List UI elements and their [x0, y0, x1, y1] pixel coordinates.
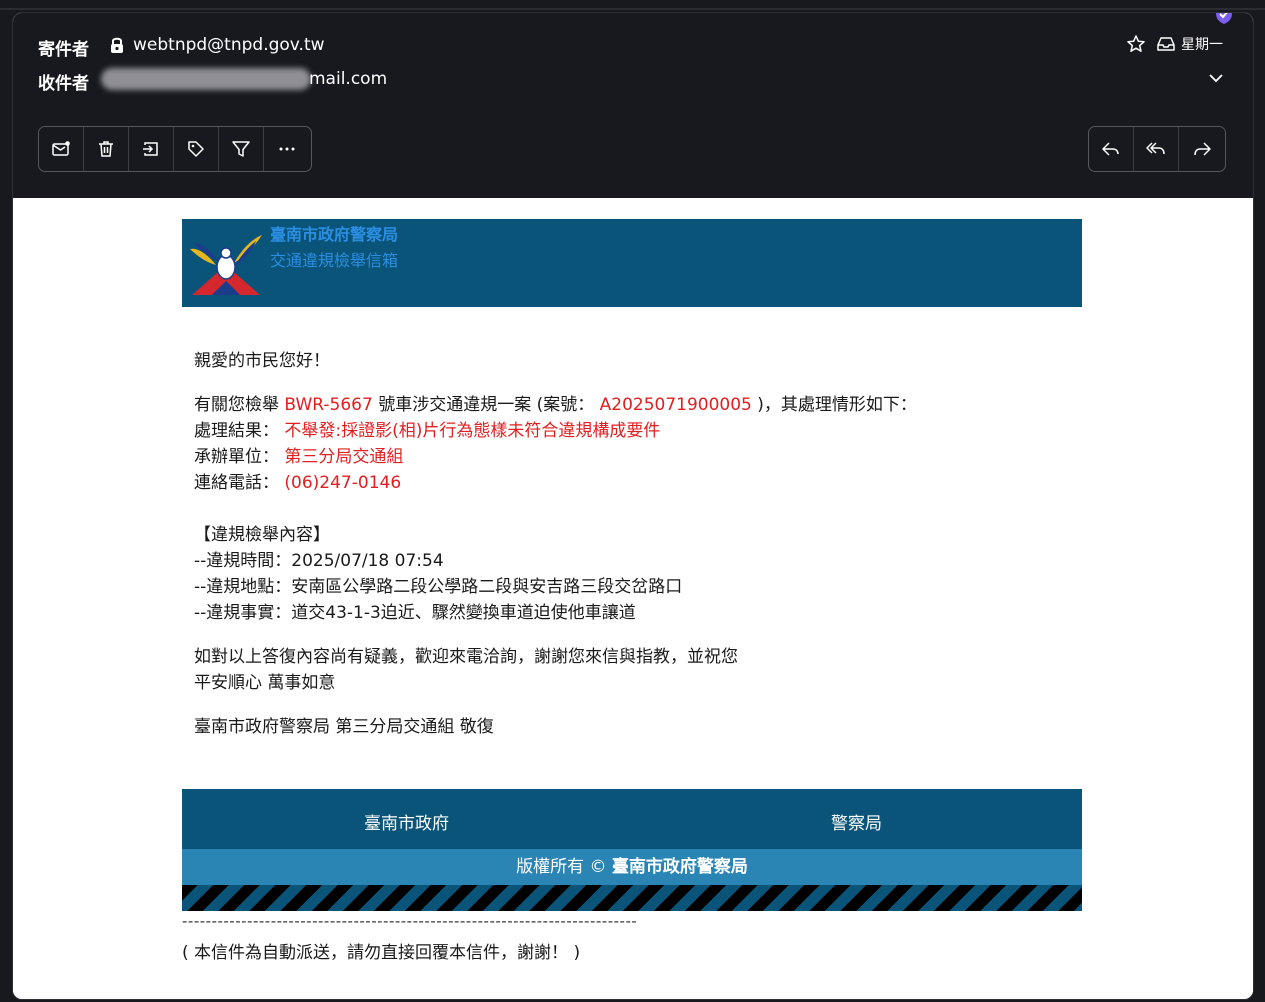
inbox-icon[interactable]: [1156, 35, 1176, 53]
reply-actions-toolbar: [1088, 126, 1226, 172]
section-title: 【違規檢舉內容】: [194, 525, 330, 545]
copyright-prefix: 版權所有 ©: [516, 857, 612, 877]
dash-divider: ----------------------------------------…: [182, 912, 638, 930]
filter-icon: [232, 141, 250, 157]
sender-address[interactable]: webtnpd@tnpd.gov.tw: [133, 35, 325, 55]
mark-unread-icon: [52, 141, 70, 156]
intro-text-2: 號車涉交通違規一案 (案號：: [372, 395, 600, 415]
mark-unread-button[interactable]: [39, 127, 84, 171]
message-header: 寄件者 webtnpd@tnpd.gov.tw 收件者 mail.com 星期一: [13, 13, 1253, 198]
unit-line: 承辦單位： 第三分局交通組: [194, 444, 917, 470]
unit-label: 承辦單位：: [194, 447, 279, 467]
banner-subtitle: 交通違規檢舉信箱: [270, 251, 399, 270]
shield-check-icon[interactable]: [1214, 12, 1234, 25]
copyright-org: 臺南市政府警察局: [611, 857, 748, 877]
trash-icon: [99, 141, 113, 157]
filter-button[interactable]: [219, 127, 264, 171]
result-label: 處理結果：: [194, 421, 279, 441]
footer-copyright: 版權所有 © 臺南市政府警察局: [182, 849, 1082, 885]
phone-value: (06)247-0146: [284, 473, 402, 493]
intro-text-3: )，其處理情形如下：: [751, 395, 917, 415]
banner-org-name: 臺南市政府警察局: [270, 225, 399, 244]
violation-fact: --違規事實：道交43-1-3迫近、驟然變換車道迫使他車讓道: [194, 603, 636, 623]
tag-button[interactable]: [174, 127, 219, 171]
tag-icon: [188, 141, 204, 157]
forward-icon: [1193, 142, 1211, 156]
intro-text-1: 有關您檢舉: [194, 395, 285, 415]
signature: 臺南市政府警察局 第三分局交通組 敬復: [194, 717, 494, 737]
violation-place: --違規地點：安南區公學路二段公學路二段與安吉路三段交岔路口: [194, 577, 683, 597]
closing-line-1: 如對以上答復內容尚有疑義，歡迎來電洽詢，謝謝您來信與指教，並祝您: [194, 647, 738, 667]
more-button[interactable]: [264, 127, 309, 171]
unit-value: 第三分局交通組: [284, 447, 404, 467]
to-label: 收件者: [38, 74, 89, 94]
chevron-down-icon[interactable]: [1207, 71, 1225, 85]
email-content: 親愛的市民您好！ 有關您檢舉 BWR-5667 號車涉交通違規一案 (案號： A…: [194, 348, 917, 740]
auto-reply-note: ( 本信件為自動派送，請勿直接回覆本信件，謝謝！ ): [182, 943, 581, 963]
message-window: 寄件者 webtnpd@tnpd.gov.tw 收件者 mail.com 星期一: [12, 12, 1254, 1000]
intro-line: 有關您檢舉 BWR-5667 號車涉交通違規一案 (案號： A202507190…: [194, 392, 917, 418]
delete-button[interactable]: [84, 127, 129, 171]
message-actions-toolbar: [38, 126, 312, 172]
recipient-redaction: [101, 68, 311, 90]
greeting: 親愛的市民您好！: [194, 351, 330, 371]
reply-button[interactable]: [1089, 127, 1134, 171]
message-date: 星期一: [1181, 37, 1223, 53]
police-logo-icon: [190, 235, 262, 295]
plate-number: BWR-5667: [284, 395, 373, 415]
reply-all-icon: [1146, 142, 1165, 155]
message-body: 臺南市政府警察局 交通違規檢舉信箱 親愛的市民您好！ 有關您檢舉 BWR-566…: [13, 198, 1253, 999]
result-line: 處理結果： 不舉發:採證影(相)片行為態樣未符合違規構成要件: [194, 418, 917, 444]
phone-label: 連絡電話：: [194, 473, 279, 493]
reply-all-button[interactable]: [1134, 127, 1179, 171]
recipient-address[interactable]: mail.com: [309, 69, 387, 89]
footer-link-city[interactable]: 臺南市政府: [364, 809, 449, 834]
email-banner: 臺南市政府警察局 交通違規檢舉信箱: [182, 219, 1082, 307]
case-number: A2025071900005: [599, 395, 752, 415]
from-label: 寄件者: [38, 40, 89, 60]
footer-link-police[interactable]: 警察局: [831, 809, 882, 834]
violation-time: --違規時間：2025/07/18 07:54: [194, 551, 444, 571]
move-icon: [143, 142, 158, 156]
move-button[interactable]: [129, 127, 174, 171]
result-value: 不舉發:採證影(相)片行為態樣未符合違規構成要件: [284, 421, 661, 441]
footer-nav: 臺南市政府 警察局: [182, 789, 1082, 849]
more-icon: [279, 147, 294, 151]
star-icon[interactable]: [1126, 34, 1146, 54]
phone-line: 連絡電話： (06)247-0146: [194, 470, 917, 496]
app-top-border: [0, 8, 1265, 10]
forward-button[interactable]: [1179, 127, 1224, 171]
footer-stripes: [182, 885, 1082, 911]
closing-line-2: 平安順心 萬事如意: [194, 673, 336, 693]
lock-icon: [111, 37, 123, 53]
reply-icon: [1102, 142, 1119, 156]
